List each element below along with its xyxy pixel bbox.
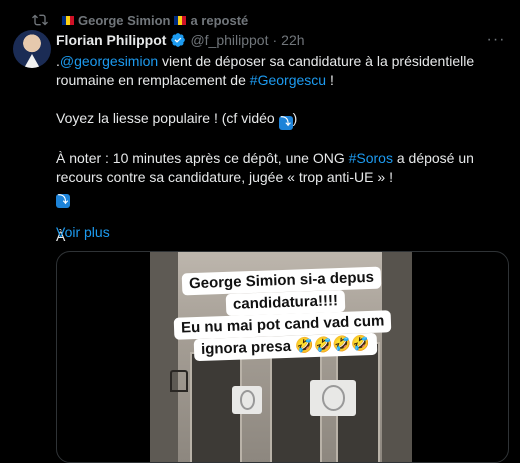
romania-flag-icon xyxy=(174,15,187,25)
author-name[interactable]: Florian Philippot xyxy=(56,32,166,48)
video-frame[interactable]: George Simion si-a depus candidatura!!!!… xyxy=(150,252,412,462)
hashtag-georgescu[interactable]: #Georgescu xyxy=(250,72,326,88)
building-pillar xyxy=(150,252,178,462)
show-more-link[interactable]: Voir plus xyxy=(56,224,110,240)
mention-link[interactable]: @georgesimion xyxy=(60,53,158,69)
repost-indicator[interactable]: George Simion a reposté xyxy=(32,10,248,30)
text-fragment: Voyez la liesse populaire ! (cf vidéo xyxy=(56,110,279,126)
street-lamp xyxy=(170,370,188,392)
hashtag-soros[interactable]: #Soros xyxy=(349,150,393,166)
timestamp[interactable]: 22h xyxy=(281,32,304,48)
arrow-down-emoji-icon: ⤵ xyxy=(278,116,293,130)
more-options-icon[interactable]: ··· xyxy=(482,30,510,50)
verified-badge-icon[interactable] xyxy=(170,32,186,48)
reposter-name[interactable]: George Simion xyxy=(78,13,170,28)
text-fragment: À noter : 10 minutes après ce dépôt, une… xyxy=(56,150,349,166)
avatar[interactable] xyxy=(13,30,51,68)
tweet-header: Florian Philippot @f_philippot · 22h xyxy=(56,30,305,50)
tweet-paragraph-3b: ⤵ xyxy=(56,187,506,208)
repost-label: a reposté xyxy=(190,12,249,28)
tweet-paragraph-2: Voyez la liesse populaire ! (cf vidéo ⤵) xyxy=(56,109,506,130)
building-pillar xyxy=(382,252,412,462)
text-fragment: ) xyxy=(292,110,298,126)
air-conditioner xyxy=(232,386,262,414)
air-conditioner xyxy=(310,380,356,416)
tweet-paragraph-3: À noter : 10 minutes après ce dépôt, une… xyxy=(56,149,506,187)
video-player[interactable]: George Simion si-a depus candidatura!!!!… xyxy=(56,251,509,463)
tweet-paragraph-4: À xyxy=(56,227,506,246)
romania-flag-icon xyxy=(62,15,74,25)
author-handle[interactable]: @f_philippot xyxy=(190,32,268,48)
arrow-down-emoji-icon: ⤵ xyxy=(56,194,70,208)
repost-icon xyxy=(32,14,48,26)
separator-dot: · xyxy=(272,32,278,48)
text-fragment: ! xyxy=(326,72,334,88)
tweet-text: .@georgesimion vient de déposer sa candi… xyxy=(56,52,506,246)
tweet-paragraph-1: .@georgesimion vient de déposer sa candi… xyxy=(56,52,506,90)
